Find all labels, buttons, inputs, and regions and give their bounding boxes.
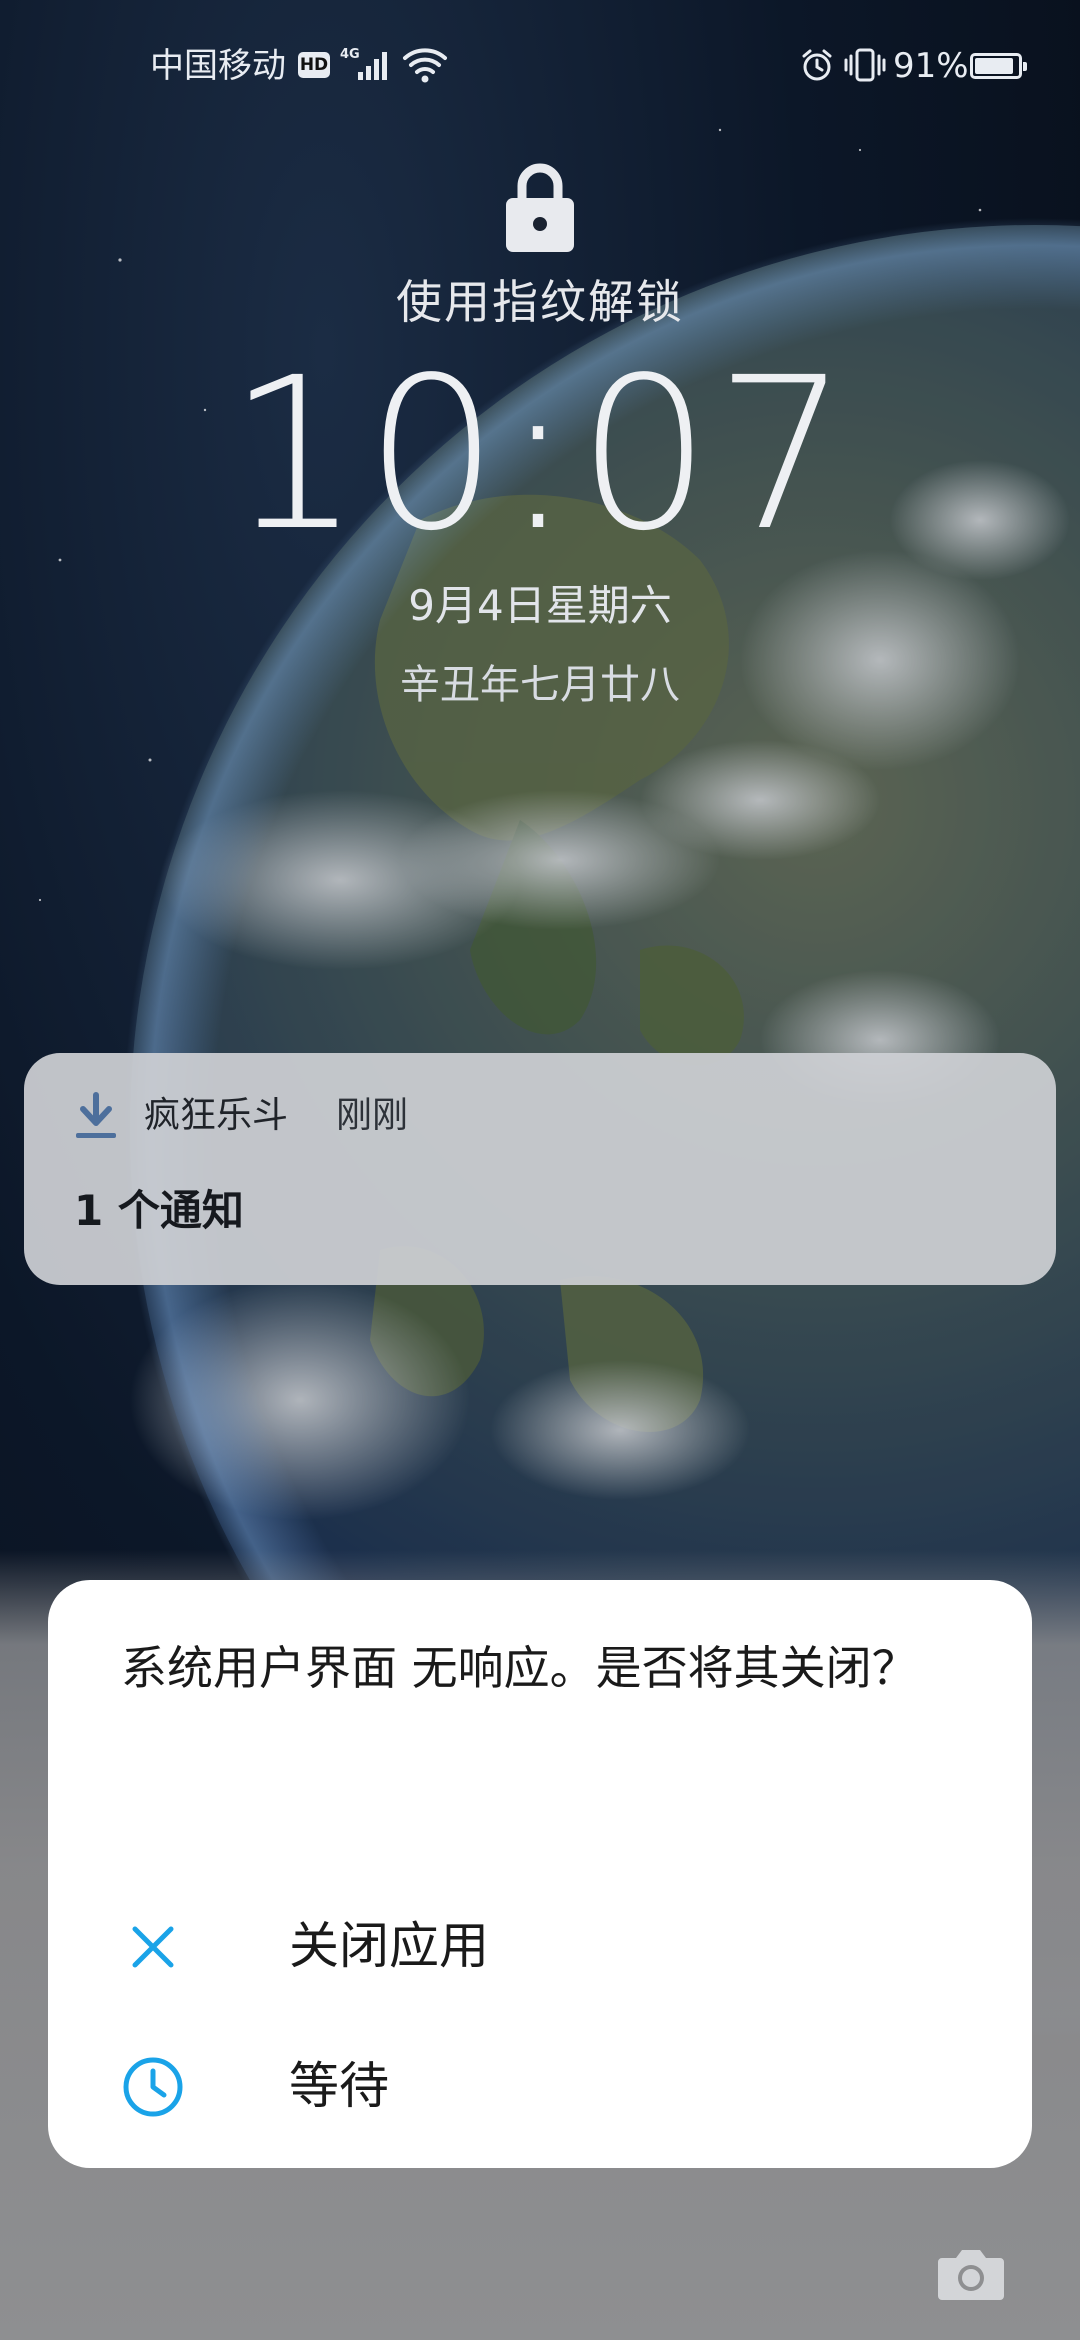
wait-label: 等待 bbox=[289, 2057, 389, 2115]
battery-level-fill bbox=[975, 58, 1013, 74]
hd-badge-icon: HD bbox=[298, 52, 330, 78]
carrier-name: 中国移动 bbox=[150, 46, 286, 86]
close-app-label: 关闭应用 bbox=[289, 1917, 489, 1975]
status-bar: 中国移动 HD 4G 91% bbox=[0, 0, 1080, 130]
notification-card[interactable]: 疯狂乐斗 刚刚 1 个通知 bbox=[24, 1053, 1056, 1285]
app-not-responding-dialog: 系统用户界面 无响应。是否将其关闭？ 关闭应用 等待 bbox=[48, 1580, 1032, 2168]
download-icon bbox=[76, 1092, 116, 1138]
dialog-message: 系统用户界面 无响应。是否将其关闭？ bbox=[121, 1641, 918, 1695]
lock-screen: 中国移动 HD 4G 91% 使用指纹解锁 10:07 9月4日星期六 辛丑年七… bbox=[0, 0, 1080, 2340]
notification-app-name: 疯狂乐斗 bbox=[144, 1095, 289, 1136]
close-app-button[interactable]: 关闭应用 bbox=[48, 1880, 1032, 2010]
lunar-date: 辛丑年七月廿八 bbox=[400, 662, 680, 708]
battery-icon bbox=[970, 53, 1027, 79]
wait-button[interactable]: 等待 bbox=[48, 2020, 1032, 2150]
notification-summary: 1 个通知 bbox=[74, 1186, 244, 1235]
fingerprint-unlock-hint: 使用指纹解锁 bbox=[396, 275, 684, 329]
clock-icon bbox=[123, 2057, 183, 2117]
lock-icon bbox=[506, 163, 574, 252]
network-type-label: 4G bbox=[340, 47, 360, 62]
wifi-icon bbox=[403, 48, 447, 83]
clock-time: 10:07 bbox=[227, 332, 853, 577]
battery-percent: 91% bbox=[893, 46, 969, 86]
vibrate-icon bbox=[844, 48, 886, 82]
cellular-signal-icon: 4G bbox=[340, 47, 387, 80]
clock-date: 9月4日星期六 bbox=[408, 581, 672, 630]
notification-time: 刚刚 bbox=[336, 1095, 409, 1136]
close-icon bbox=[132, 1926, 174, 1968]
alarm-icon bbox=[802, 49, 832, 81]
camera-icon[interactable] bbox=[936, 2246, 1006, 2302]
